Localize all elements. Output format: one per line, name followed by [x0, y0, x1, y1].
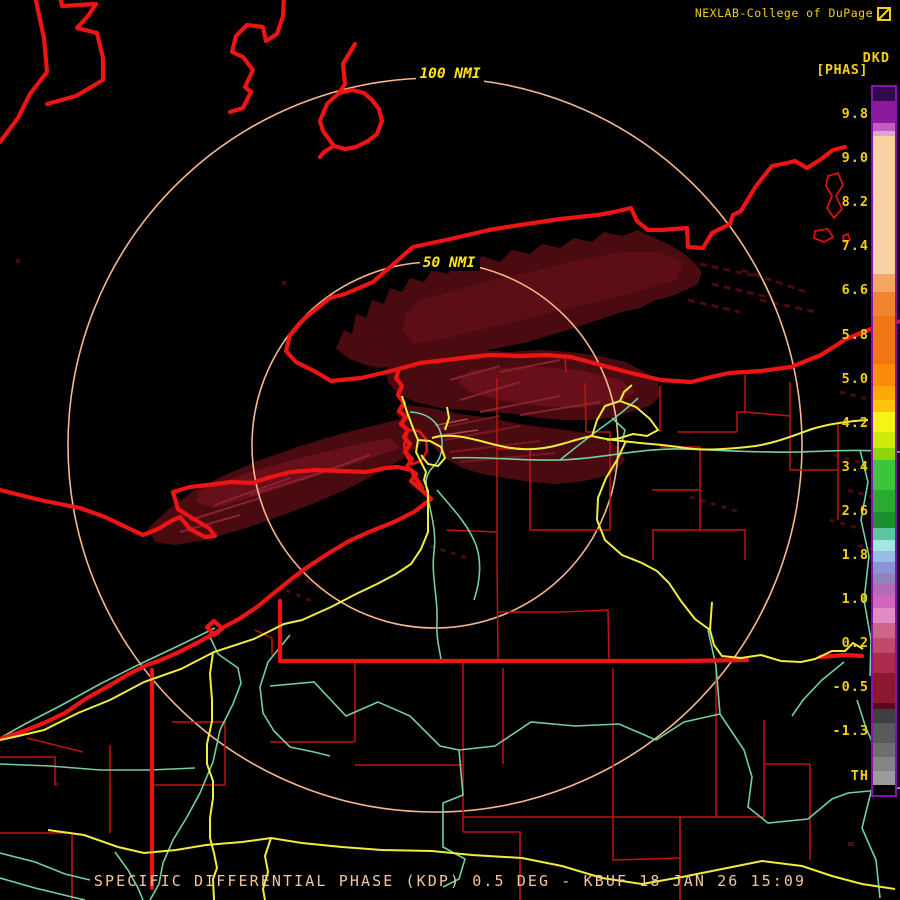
- status-bar-text: SPECIFIC DIFFERENTIAL PHASE (KDP) 0.5 DE…: [0, 872, 900, 890]
- color-scale-segment: [873, 771, 895, 785]
- color-scale-tick-label: 5.0: [807, 371, 869, 387]
- color-scale-segment: [873, 573, 895, 584]
- color-scale-segment: [873, 551, 895, 562]
- color-scale-segment: [873, 432, 895, 448]
- color-scale-tick-label: 9.0: [807, 150, 869, 166]
- color-scale-segment: [873, 123, 895, 131]
- radar-map-image[interactable]: 100 NMI 50 NMI: [0, 0, 900, 900]
- color-scale-segment: [873, 87, 895, 101]
- color-scale-tick-label: TH: [807, 768, 869, 784]
- color-scale-segment: [873, 136, 895, 274]
- color-scale-tick-label: 0.2: [807, 635, 869, 651]
- color-scale-segment: [873, 528, 895, 540]
- color-scale-segment: [873, 386, 895, 400]
- color-scale-tick-label: 1.8: [807, 547, 869, 563]
- checkbox-diagonal-icon: [877, 7, 891, 21]
- color-scale-segment: [873, 785, 895, 795]
- color-scale-segment: [873, 623, 895, 638]
- ring-label-100nmi: 100 NMI: [419, 66, 480, 82]
- color-scale-tick-label: 3.4: [807, 459, 869, 475]
- color-scale-tick-label: 4.2: [807, 415, 869, 431]
- color-scale-segment: [873, 562, 895, 573]
- color-scale-segment: [873, 638, 895, 653]
- color-scale-tick-label: 8.2: [807, 194, 869, 210]
- product-units-label: [PHAS]: [816, 62, 868, 78]
- color-scale-segment: [873, 460, 895, 490]
- color-scale-segment: [873, 490, 895, 512]
- color-scale-tick-label: 5.8: [807, 327, 869, 343]
- color-scale-segment: [873, 743, 895, 757]
- color-scale-tick-label: 7.4: [807, 238, 869, 254]
- radar-display: 100 NMI 50 NMI NEXLAB-College of DuPage …: [0, 0, 900, 900]
- color-scale-segment: [873, 595, 895, 608]
- color-scale-segment: [873, 412, 895, 432]
- color-scale-segment: [873, 448, 895, 460]
- color-scale-segment: [873, 400, 895, 412]
- brand-title: NEXLAB-College of DuPage: [695, 6, 873, 20]
- color-scale-segment: [873, 608, 895, 623]
- color-scale-segment: [873, 292, 895, 316]
- color-scale-segment: [873, 723, 895, 743]
- color-scale-segment: [873, 584, 895, 595]
- color-scale-tick-label: 1.0: [807, 591, 869, 607]
- color-scale-bar: [871, 85, 897, 797]
- color-scale-segment: [873, 673, 895, 703]
- color-scale-tick-label: 9.8: [807, 106, 869, 122]
- color-scale-segment: [873, 709, 895, 723]
- color-scale-segment: [873, 512, 895, 528]
- color-scale-segment: [873, 757, 895, 771]
- color-scale-segment: [873, 364, 895, 386]
- color-scale-tick-label: 6.6: [807, 282, 869, 298]
- color-scale-segment: [873, 540, 895, 551]
- color-scale-segment: [873, 101, 895, 123]
- color-scale-tick-label: -0.5: [807, 679, 869, 695]
- color-scale-tick-label: 2.6: [807, 503, 869, 519]
- color-scale-segment: [873, 653, 895, 673]
- color-scale-segment: [873, 316, 895, 364]
- color-scale-tick-label: -1.3: [807, 723, 869, 739]
- color-scale-segment: [873, 274, 895, 292]
- ring-label-50nmi: 50 NMI: [423, 255, 476, 271]
